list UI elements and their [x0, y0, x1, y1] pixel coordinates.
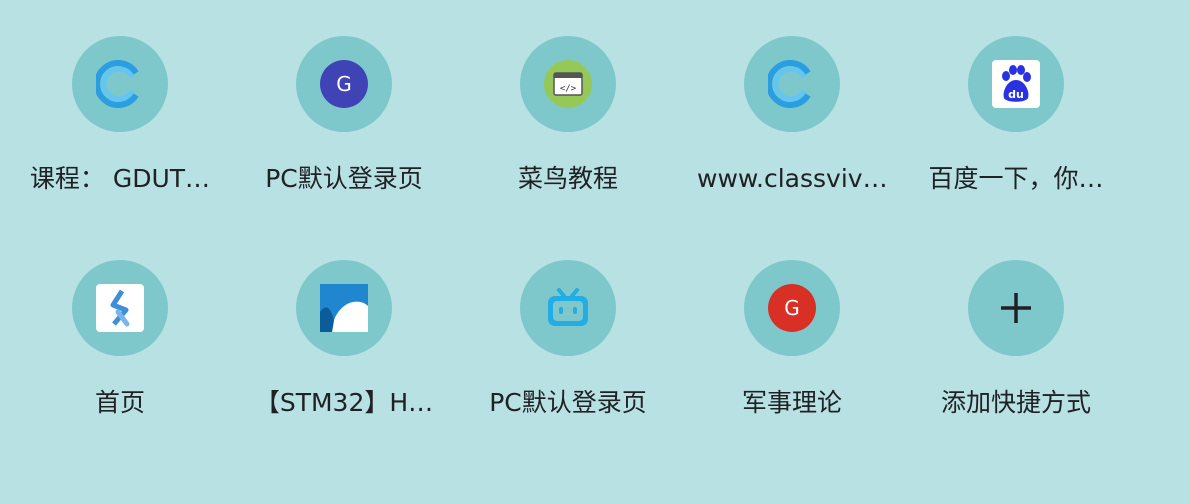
shortcut-icon-circle: G [296, 36, 392, 132]
svg-text:du: du [1008, 88, 1024, 101]
shortcut-label: 菜鸟教程 [517, 164, 618, 193]
plus-icon [992, 284, 1040, 332]
shortcut-tile[interactable]: G PC默认登录页 [232, 36, 456, 260]
svg-text:G: G [784, 296, 800, 320]
g-letter-icon: G [320, 60, 368, 108]
shortcut-label: 【STM32】H… [254, 388, 434, 417]
blue-arc-icon [320, 284, 368, 332]
shortcut-label: PC默认登录页 [265, 164, 423, 193]
shortcut-icon-circle: G [744, 260, 840, 356]
shortcut-icon-circle [744, 36, 840, 132]
shortcut-tile[interactable]: </> 菜鸟教程 [456, 36, 680, 260]
shortcut-tile[interactable]: 课程： GDUT… [8, 36, 232, 260]
shortcut-icon-circle: du [968, 36, 1064, 132]
svg-text:</>: </> [560, 84, 577, 94]
shortcut-label: 百度一下，你… [928, 164, 1104, 193]
shortcut-icon-circle [72, 36, 168, 132]
bilibili-tv-icon [544, 284, 592, 332]
shortcut-tile[interactable]: 首页 [8, 260, 232, 484]
shortcut-tile[interactable]: 【STM32】H… [232, 260, 456, 484]
shortcut-label: 课程： GDUT… [29, 164, 211, 193]
shortcut-tile[interactable]: du 百度一下，你… [904, 36, 1128, 260]
runoob-code-icon: </> [544, 60, 592, 108]
add-shortcut-button[interactable]: 添加快捷方式 [904, 260, 1128, 484]
shortcut-label: 军事理论 [741, 388, 842, 417]
shortcut-label: 添加快捷方式 [940, 388, 1091, 417]
juejin-logo-icon [96, 284, 144, 332]
shortcut-icon-circle [296, 260, 392, 356]
shortcut-tile[interactable]: PC默认登录页 [456, 260, 680, 484]
classviva-c-icon [768, 60, 816, 108]
shortcut-icon-circle [72, 260, 168, 356]
shortcut-label: www.classviv… [697, 164, 888, 193]
shortcut-icon-circle [520, 260, 616, 356]
svg-text:G: G [336, 72, 352, 96]
baidu-paw-icon: du [992, 60, 1040, 108]
shortcut-grid: 课程： GDUT… G PC默认登录页 </> 菜鸟教程 www.classvi… [8, 36, 1128, 484]
classviva-c-icon [96, 60, 144, 108]
shortcut-tile[interactable]: G 军事理论 [680, 260, 904, 484]
shortcut-label: PC默认登录页 [489, 388, 647, 417]
shortcut-icon-circle: </> [520, 36, 616, 132]
shortcut-label: 首页 [94, 388, 145, 417]
shortcut-icon-circle [968, 260, 1064, 356]
g-letter-icon: G [768, 284, 816, 332]
shortcut-tile[interactable]: www.classviv… [680, 36, 904, 260]
